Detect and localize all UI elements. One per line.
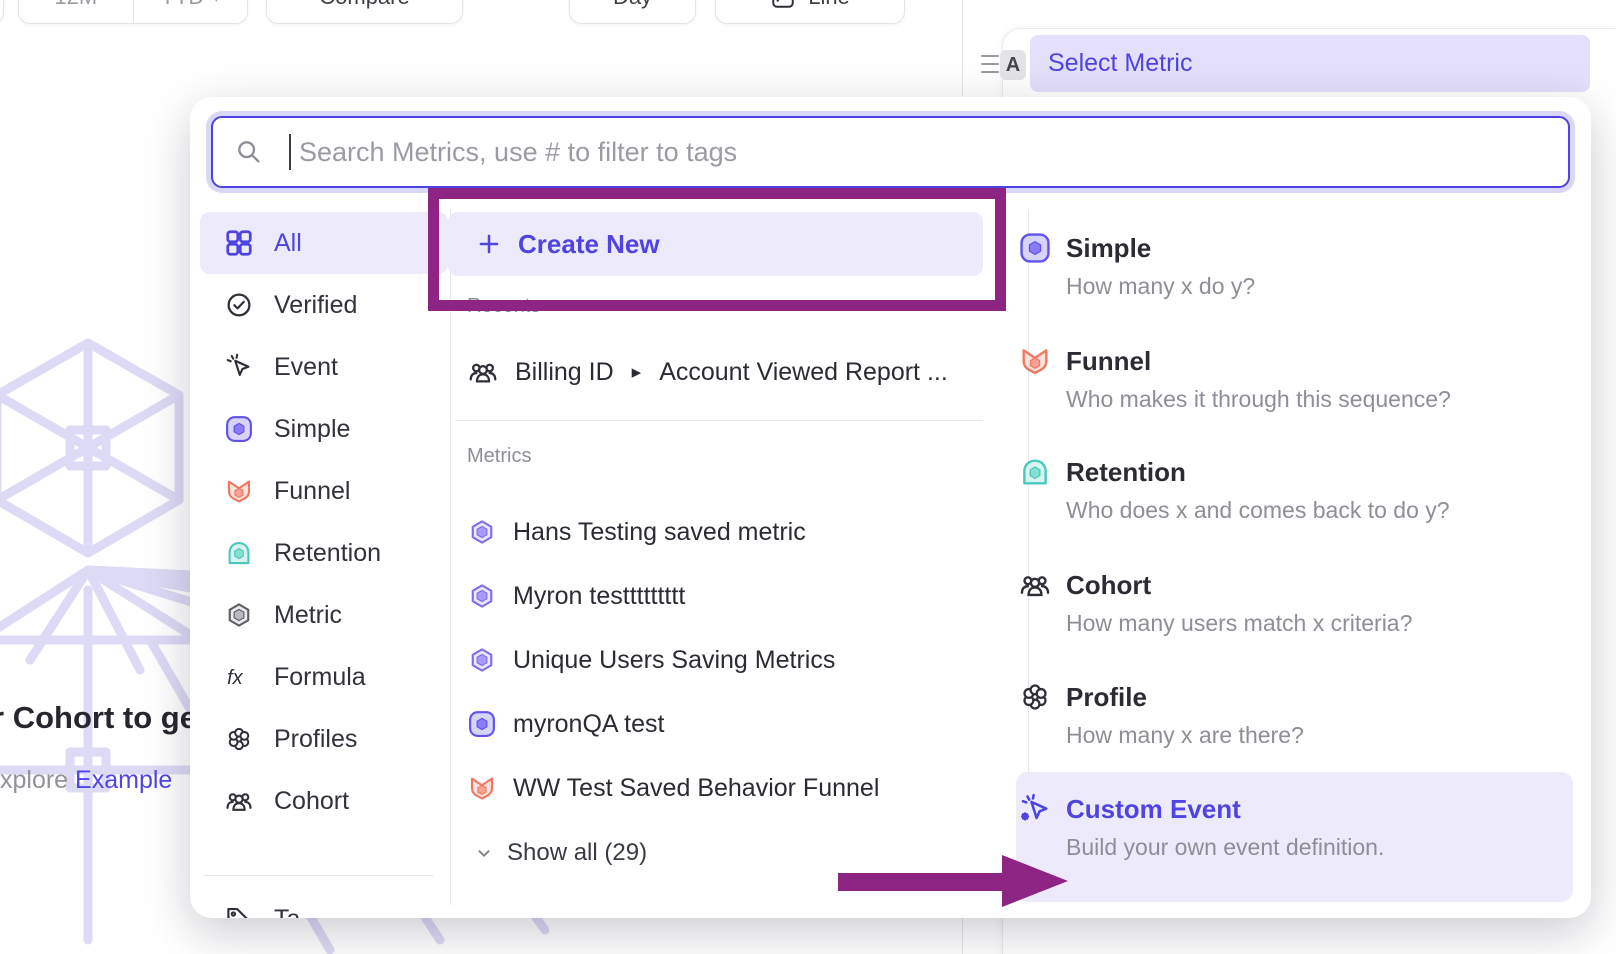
simple-metric-icon [224, 414, 254, 444]
type-option-custom-event[interactable]: Custom Event Build your own event defini… [1018, 792, 1558, 862]
simple-metric-icon [467, 709, 497, 739]
funnel-icon [1018, 344, 1052, 378]
sidebar-item-retention[interactable]: Retention [200, 522, 448, 584]
sidebar-item-tag-partial[interactable]: Ta [200, 888, 448, 918]
chart-type-button[interactable]: Line [715, 0, 905, 24]
range-12m-button[interactable]: 12M [19, 0, 133, 23]
metric-hexagon-icon [467, 581, 497, 611]
type-option-profile[interactable]: Profile How many x are there? [1018, 680, 1558, 750]
compare-button[interactable]: Compare [266, 0, 463, 24]
simple-metric-icon [1018, 231, 1052, 265]
search-icon [235, 138, 263, 166]
cohort-people-icon [224, 786, 254, 816]
grid-icon [224, 228, 254, 258]
sidebar-item-funnel[interactable]: Funnel [200, 460, 448, 522]
metric-list-item[interactable]: myronQA test [467, 706, 664, 742]
text-cursor [289, 134, 291, 170]
metric-clause-badge[interactable]: A [1000, 50, 1026, 80]
line-chart-icon [770, 0, 796, 10]
sidebar-item-simple[interactable]: Simple [200, 398, 448, 460]
explore-prefix: xplore [0, 766, 75, 794]
section-divider [455, 420, 983, 421]
drag-handle-icon[interactable] [981, 55, 999, 73]
empty-state-headline: r Cohort to ge [0, 700, 197, 736]
search-field[interactable] [211, 116, 1570, 188]
category-sidebar: All Verified Event Simple Funnel Retenti… [200, 212, 448, 918]
svg-text:fx: fx [227, 667, 244, 689]
metric-hexagon-icon [224, 600, 254, 630]
screen: r Cohort to ge xplore Example 12M YTD▾ C… [0, 0, 1616, 954]
profiles-cluster-icon [1018, 680, 1052, 714]
sidebar-item-event[interactable]: Event [200, 336, 448, 398]
metric-list-item[interactable]: Myron testtttttttt [467, 578, 685, 614]
sidebar-item-metric[interactable]: Metric [200, 584, 448, 646]
select-metric-dropdown[interactable]: Select Metric [1030, 35, 1590, 92]
cohort-people-icon [1018, 568, 1052, 602]
type-option-simple[interactable]: Simple How many x do y? [1018, 231, 1558, 301]
metric-list-item[interactable]: Unique Users Saving Metrics [467, 642, 835, 678]
range-ytd-button[interactable]: YTD▾ [133, 0, 248, 23]
retention-icon [224, 538, 254, 568]
tag-icon [224, 904, 254, 918]
type-option-retention[interactable]: Retention Who does x and comes back to d… [1018, 455, 1558, 525]
date-range-control: 12M YTD▾ [18, 0, 248, 24]
toolbar-button-fragment[interactable] [0, 0, 4, 24]
funnel-icon [467, 773, 497, 803]
empty-state-explore-line: xplore Example [0, 766, 172, 795]
annotation-highlight-box [428, 188, 1006, 311]
day-granularity-button[interactable]: Day [569, 0, 696, 24]
profiles-cluster-icon [224, 724, 254, 754]
show-all-button[interactable]: Show all (29) [473, 835, 647, 871]
cohort-people-icon [467, 356, 499, 388]
recent-item[interactable]: Billing ID ▸ Account Viewed Report ... [467, 353, 948, 391]
sidebar-item-verified[interactable]: Verified [200, 274, 448, 336]
type-option-funnel[interactable]: Funnel Who makes it through this sequenc… [1018, 344, 1558, 414]
example-link[interactable]: Example [75, 766, 172, 794]
sidebar-item-cohort[interactable]: Cohort [200, 770, 448, 832]
metric-list-item[interactable]: Hans Testing saved metric [467, 514, 806, 550]
metrics-header: Metrics [467, 445, 531, 468]
metric-hexagon-icon [467, 645, 497, 675]
breadcrumb-caret-icon: ▸ [632, 361, 642, 384]
custom-event-cursor-icon [1018, 792, 1052, 826]
metric-list-item[interactable]: WW Test Saved Behavior Funnel [467, 770, 879, 806]
sidebar-item-formula[interactable]: fx Formula [200, 646, 448, 708]
search-input[interactable] [297, 136, 1568, 169]
type-option-cohort[interactable]: Cohort How many users match x criteria? [1018, 568, 1558, 638]
verified-badge-icon [224, 290, 254, 320]
caret-down-icon: ▾ [212, 0, 220, 7]
event-cursor-icon [224, 352, 254, 382]
search-focus-ring [206, 111, 1575, 193]
sidebar-item-profiles[interactable]: Profiles [200, 708, 448, 770]
funnel-icon [224, 476, 254, 506]
formula-fx-icon: fx [224, 662, 254, 692]
metric-hexagon-icon [467, 517, 497, 547]
sidebar-divider [204, 875, 434, 876]
annotation-arrow [838, 853, 1070, 909]
retention-icon [1018, 455, 1052, 489]
chevron-down-icon [473, 842, 495, 864]
sidebar-item-all[interactable]: All [200, 212, 448, 274]
column-divider [450, 209, 451, 905]
